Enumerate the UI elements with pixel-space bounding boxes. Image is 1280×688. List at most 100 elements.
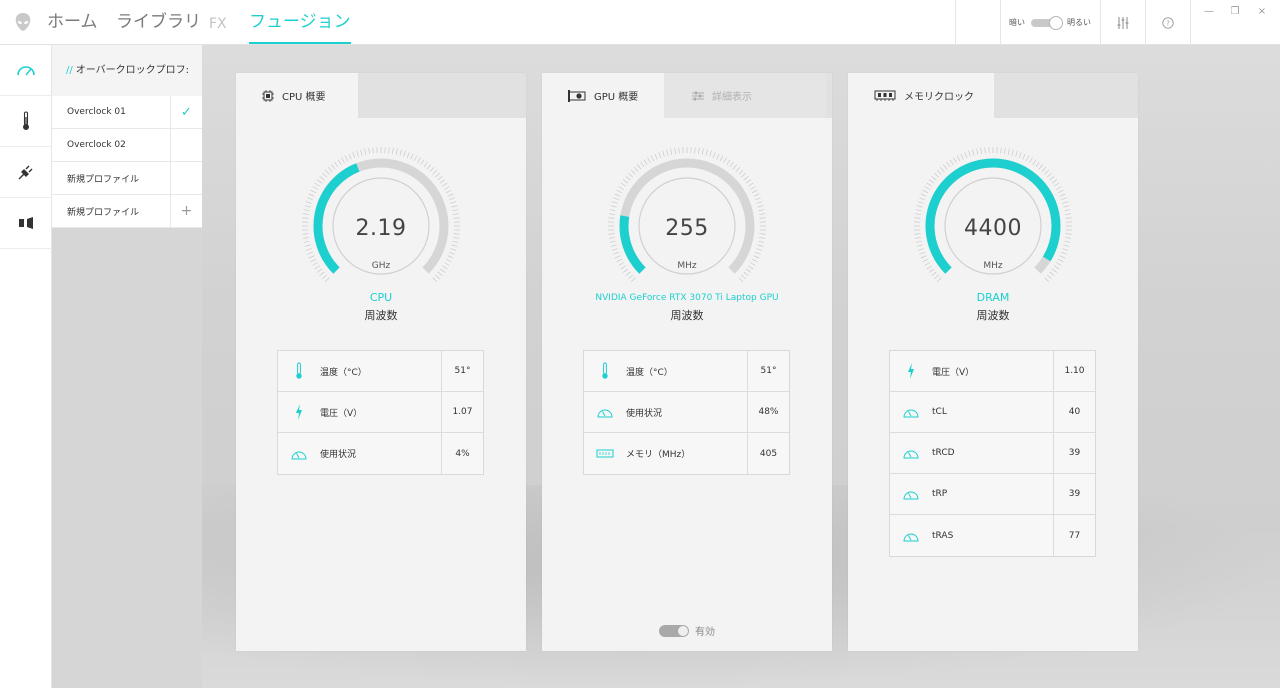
help-button[interactable]: ? <box>1145 0 1191 45</box>
stats-table: 温度（°C） 51° 使用状況 48% メモリ（MHz） 405 <box>583 350 790 475</box>
tab-gpu-details[interactable]: 詳細表示 <box>664 73 826 118</box>
stat-label: tRP <box>932 489 948 499</box>
speedometer-icon <box>903 450 919 459</box>
nav-tab-fusion[interactable]: フュージョン <box>249 10 351 44</box>
alien-logo-icon <box>15 13 31 31</box>
profile-panel-title: オーバークロックプロフ: <box>75 65 190 76</box>
add-profile-button[interactable]: + <box>170 194 202 228</box>
cpu-chip-icon <box>262 89 274 102</box>
profile-name: Overclock 01 <box>67 107 126 117</box>
brightness-toggle[interactable] <box>1031 15 1063 30</box>
tab-cpu-overview[interactable]: CPU 概要 <box>236 73 358 118</box>
gauge-metric-label: 周波数 <box>364 309 398 322</box>
power-plug-icon <box>18 165 32 180</box>
stat-row: 使用状況 4% <box>278 433 483 474</box>
enable-label: 有効 <box>695 627 715 638</box>
tab-label: GPU 概要 <box>594 92 639 103</box>
minimize-button[interactable]: — <box>1195 2 1223 20</box>
rail-item-overclock[interactable] <box>0 45 51 96</box>
stat-label: 使用状況 <box>626 408 663 419</box>
speedometer-icon <box>903 533 919 541</box>
gauge-device-name: NVIDIA GeForce RTX 3070 Ti Laptop GPU <box>595 293 779 303</box>
profile-item[interactable]: Overclock 02 <box>52 128 202 162</box>
profile-item[interactable]: 新規プロファイル <box>52 161 202 195</box>
stat-label: 温度（°C） <box>626 367 673 378</box>
speedometer-icon <box>903 491 919 500</box>
cpu-card: CPU 概要 2.19 GHz CPU 周波数 温度（°C） 51° 電圧（V）… <box>236 73 526 651</box>
settings-button[interactable] <box>1100 0 1146 45</box>
stat-row: 使用状況 48% <box>584 391 789 433</box>
gauge-unit: GHz <box>371 261 391 271</box>
stat-row: 電圧（V） 1.10 <box>890 350 1095 392</box>
rail-item-audio[interactable] <box>0 198 51 249</box>
thermometer-icon <box>22 111 29 130</box>
gpu-card: GPU 概要 詳細表示 255 MHz NVIDIA GeForce RTX 3… <box>542 73 832 651</box>
nav-tab-library[interactable]: ライブラリ <box>116 10 201 44</box>
gpu-card-icon <box>568 89 586 102</box>
enable-toggle[interactable] <box>659 624 689 637</box>
stat-value: 51° <box>441 350 483 392</box>
profile-item[interactable]: Overclock 01 ✓ <box>52 95 205 129</box>
tab-label: CPU 概要 <box>282 92 326 103</box>
rail-item-thermal[interactable] <box>0 96 51 147</box>
stat-row: tRAS 77 <box>890 515 1095 556</box>
profile-panel-header: //オーバークロックプロフ: <box>52 45 202 96</box>
memory-icon <box>596 449 614 457</box>
stat-label: tRCD <box>932 448 955 458</box>
stats-table: 温度（°C） 51° 電圧（V） 1.07 使用状況 4% <box>277 350 484 475</box>
stat-row: メモリ（MHz） 405 <box>584 433 789 474</box>
equalizer-icon <box>1117 16 1129 29</box>
close-button[interactable]: × <box>1248 2 1276 20</box>
thermometer-icon <box>602 362 608 379</box>
rail-item-power[interactable] <box>0 147 51 198</box>
tab-label: 詳細表示 <box>712 92 752 103</box>
stat-row: 温度（°C） 51° <box>584 350 789 392</box>
stat-row: tRP 39 <box>890 473 1095 515</box>
stat-label: tRAS <box>932 530 954 541</box>
stat-label: メモリ（MHz） <box>626 450 691 460</box>
ram-stick-icon <box>874 90 896 101</box>
main-area: CPU 概要 2.19 GHz CPU 周波数 温度（°C） 51° 電圧（V）… <box>202 45 1280 688</box>
stat-value: 1.10 <box>1053 350 1095 392</box>
divider <box>955 0 956 45</box>
stat-label: 使用状況 <box>320 450 357 460</box>
gauge-metric-label: 周波数 <box>670 309 704 322</box>
gauge-device-name: DRAM <box>976 291 1010 304</box>
stat-row: 電圧（V） 1.07 <box>278 391 483 433</box>
divider <box>1190 0 1191 45</box>
gauge-value: 255 <box>665 216 709 241</box>
gauge-unit: MHz <box>677 261 697 271</box>
restore-button[interactable]: ❐ <box>1221 2 1249 20</box>
profile-name: 新規プロファイル <box>67 207 140 218</box>
stat-value: 51° <box>747 350 789 392</box>
stat-value: 77 <box>1053 515 1095 556</box>
help-icon: ? <box>1162 16 1174 29</box>
audio-icon <box>18 217 33 229</box>
stat-row: 温度（°C） 51° <box>278 350 483 392</box>
nav-tab-fx[interactable]: FX <box>209 12 227 46</box>
profile-action <box>170 128 202 162</box>
speedometer-icon <box>597 409 613 418</box>
profile-item[interactable]: 新規プロファイル + <box>52 194 202 228</box>
sliders-icon <box>692 91 704 100</box>
thermometer-icon <box>296 362 302 379</box>
brightness-bright-label: 明るい <box>1067 18 1091 27</box>
stat-label: 温度（°C） <box>320 367 367 378</box>
stat-row: tRCD 39 <box>890 432 1095 474</box>
tab-memory-clock[interactable]: メモリクロック <box>848 73 994 118</box>
gauge-metric-label: 周波数 <box>976 309 1010 322</box>
tab-label: メモリクロック <box>904 92 974 103</box>
profile-panel: //オーバークロックプロフ: Overclock 01 ✓ Overclock … <box>52 45 205 688</box>
speedometer-icon <box>903 409 919 418</box>
stat-value: 405 <box>747 433 789 474</box>
tab-gpu-overview[interactable]: GPU 概要 <box>542 73 664 118</box>
nav-tab-home[interactable]: ホーム <box>47 10 98 44</box>
gauge-value: 2.19 <box>355 216 407 241</box>
stat-label: 電圧（V） <box>320 408 363 419</box>
svg-text:?: ? <box>1166 19 1170 27</box>
side-rail <box>0 45 52 688</box>
enable-control: 有効 <box>542 623 832 638</box>
lightning-icon <box>296 404 302 420</box>
stat-value: 40 <box>1053 391 1095 433</box>
gauge-device-name: CPU <box>369 291 393 304</box>
